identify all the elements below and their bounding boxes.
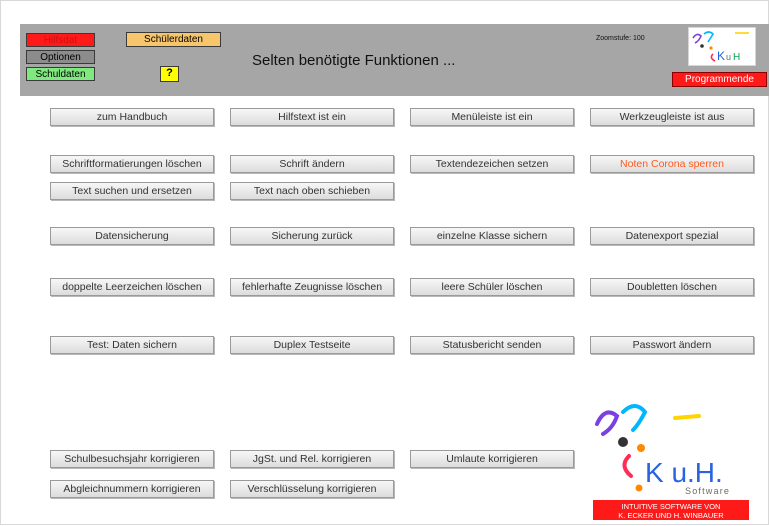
svg-text:u: u bbox=[726, 52, 731, 62]
delete-faulty-reports-button[interactable]: fehlerhafte Zeugnisse löschen bbox=[230, 278, 394, 296]
logo-software: Software bbox=[685, 486, 730, 496]
delete-duplicates-button[interactable]: Doubletten löschen bbox=[590, 278, 754, 296]
fix-school-year-button[interactable]: Schulbesuchsjahr korrigieren bbox=[50, 450, 214, 468]
svg-text:H: H bbox=[733, 52, 740, 63]
toolbar-toggle-button[interactable]: Werkzeugleiste ist aus bbox=[590, 108, 754, 126]
help-text-toggle-button[interactable]: Hilfstext ist ein bbox=[230, 108, 394, 126]
delete-empty-students-button[interactable]: leere Schüler löschen bbox=[410, 278, 574, 296]
kuh-logo-large: K u.H. Software INTUITIVE SOFTWARE VON K… bbox=[583, 396, 755, 521]
page-title: Selten benötigte Funktionen ... bbox=[252, 52, 456, 69]
exit-button[interactable]: Programmende bbox=[672, 72, 767, 87]
change-password-button[interactable]: Passwort ändern bbox=[590, 336, 754, 354]
find-replace-button[interactable]: Text suchen und ersetzen bbox=[50, 182, 214, 200]
logo-tagline-1: INTUITIVE SOFTWARE VON bbox=[622, 502, 721, 511]
fix-encryption-button[interactable]: Verschlüsselung korrigieren bbox=[230, 480, 394, 498]
options-button[interactable]: Optionen bbox=[26, 50, 95, 64]
set-end-marker-button[interactable]: Textendezeichen setzen bbox=[410, 155, 574, 173]
shift-text-up-button[interactable]: Text nach oben schieben bbox=[230, 182, 394, 200]
duplex-test-page-button[interactable]: Duplex Testseite bbox=[230, 336, 394, 354]
fix-sync-numbers-button[interactable]: Abgleichnummern korrigieren bbox=[50, 480, 214, 498]
help-button[interactable]: ? bbox=[160, 66, 179, 82]
red-nav-button[interactable]: Hilfsdat bbox=[26, 33, 95, 47]
test-backup-button[interactable]: Test: Daten sichern bbox=[50, 336, 214, 354]
kuh-logo-small: K u H bbox=[688, 27, 756, 66]
fix-grade-religion-button[interactable]: JgSt. und Rel. korrigieren bbox=[230, 450, 394, 468]
menu-bar-toggle-button[interactable]: Menüleiste ist ein bbox=[410, 108, 574, 126]
svg-text:K: K bbox=[717, 49, 725, 63]
remove-double-spaces-button[interactable]: doppelte Leerzeichen löschen bbox=[50, 278, 214, 296]
backup-button[interactable]: Datensicherung bbox=[50, 227, 214, 245]
school-data-button[interactable]: Schuldaten bbox=[26, 67, 95, 81]
special-export-button[interactable]: Datenexport spezial bbox=[590, 227, 754, 245]
manual-button[interactable]: zum Handbuch bbox=[50, 108, 214, 126]
backup-single-class-button[interactable]: einzelne Klasse sichern bbox=[410, 227, 574, 245]
lock-corona-grades-button[interactable]: Noten Corona sperren bbox=[590, 155, 754, 173]
clear-formatting-button[interactable]: Schriftformatierungen löschen bbox=[50, 155, 214, 173]
restore-backup-button[interactable]: Sicherung zurück bbox=[230, 227, 394, 245]
send-status-report-button[interactable]: Statusbericht senden bbox=[410, 336, 574, 354]
student-data-button[interactable]: Schülerdaten bbox=[126, 32, 221, 47]
fix-umlauts-button[interactable]: Umlaute korrigieren bbox=[410, 450, 574, 468]
zoom-level: Zoomstufe: 100 bbox=[596, 35, 645, 42]
logo-brand: K u.H. bbox=[645, 457, 723, 488]
change-font-button[interactable]: Schrift ändern bbox=[230, 155, 394, 173]
logo-tagline-2: K. ECKER UND H. WINBAUER bbox=[618, 511, 724, 520]
